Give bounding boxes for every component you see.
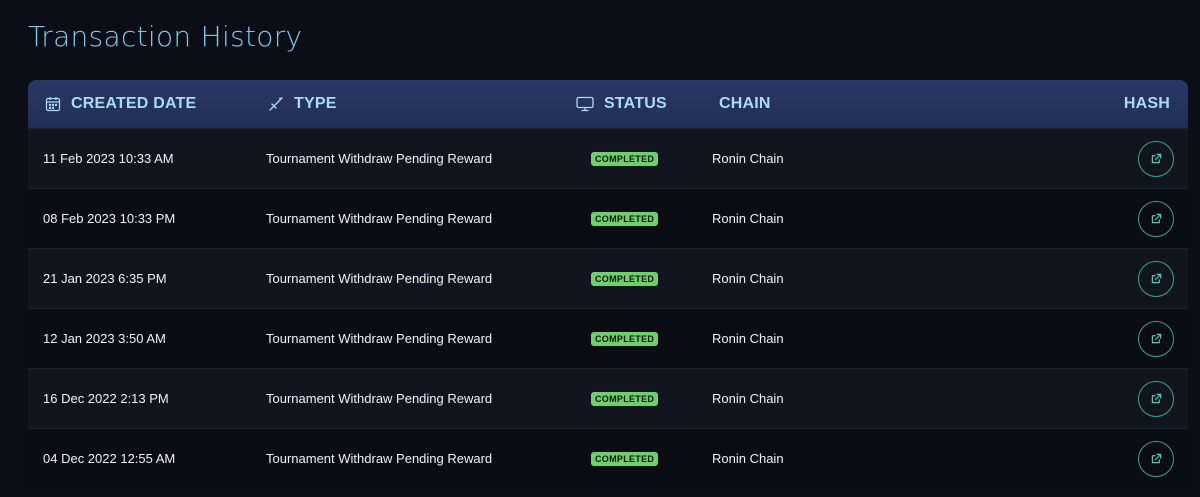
column-label-chain: CHAIN — [719, 95, 771, 112]
view-hash-button[interactable] — [1138, 260, 1174, 297]
status-badge: COMPLETED — [591, 151, 659, 166]
status-cell: COMPLETED — [591, 129, 659, 188]
column-header-chain[interactable]: CHAIN — [719, 80, 771, 128]
column-header-created-date[interactable]: CREATED DATE — [45, 80, 196, 128]
column-header-status[interactable]: STATUS — [576, 80, 667, 128]
created-date-cell: 16 Dec 2022 2:13 PM — [43, 391, 169, 406]
hash-cell — [1138, 309, 1174, 368]
view-hash-button[interactable] — [1138, 140, 1174, 177]
type-cell: Tournament Withdraw Pending Reward — [266, 451, 493, 466]
status-badge: COMPLETED — [591, 451, 659, 466]
type-cell: Tournament Withdraw Pending Reward — [266, 331, 493, 346]
created-date-cell: 04 Dec 2022 12:55 AM — [43, 451, 176, 466]
table-row: 11 Feb 2023 10:33 AM Tournament Withdraw… — [28, 128, 1188, 188]
transaction-history-page: Transaction History CREATED DATE TYPE ST… — [0, 0, 1200, 497]
status-badge: COMPLETED — [591, 391, 659, 406]
chain-cell: Ronin Chain — [712, 391, 784, 406]
column-label-created-date: CREATED DATE — [71, 95, 197, 112]
external-link-icon — [1151, 213, 1161, 224]
column-header-type[interactable]: TYPE — [268, 80, 337, 128]
chain-cell: Ronin Chain — [712, 451, 784, 466]
chain-cell: Ronin Chain — [712, 151, 784, 166]
external-link-icon — [1151, 393, 1161, 404]
table-row: 21 Jan 2023 6:35 PM Tournament Withdraw … — [28, 248, 1188, 308]
status-cell: COMPLETED — [591, 369, 659, 428]
table-header: CREATED DATE TYPE STATUS CHAIN HASH — [28, 80, 1188, 128]
type-cell: Tournament Withdraw Pending Reward — [266, 391, 493, 406]
status-cell: COMPLETED — [591, 429, 659, 488]
created-date-cell: 11 Feb 2023 10:33 AM — [43, 151, 174, 166]
created-date-cell: 21 Jan 2023 6:35 PM — [43, 271, 167, 286]
hash-cell — [1138, 189, 1174, 248]
column-label-hash: HASH — [1123, 95, 1170, 112]
column-header-hash[interactable]: HASH — [1124, 80, 1170, 128]
column-label-type: TYPE — [294, 95, 337, 112]
table-body: 11 Feb 2023 10:33 AM Tournament Withdraw… — [28, 128, 1188, 488]
view-hash-button[interactable] — [1138, 380, 1174, 417]
status-cell: COMPLETED — [591, 309, 659, 368]
type-cell: Tournament Withdraw Pending Reward — [266, 151, 493, 166]
chain-cell: Ronin Chain — [712, 271, 784, 286]
page-title: Transaction History — [28, 20, 303, 53]
column-label-status: STATUS — [604, 95, 667, 112]
view-hash-button[interactable] — [1138, 440, 1174, 477]
hash-cell — [1138, 129, 1174, 188]
chain-cell: Ronin Chain — [712, 211, 784, 226]
created-date-cell: 08 Feb 2023 10:33 PM — [43, 211, 176, 226]
table-row: 08 Feb 2023 10:33 PM Tournament Withdraw… — [28, 188, 1188, 248]
chain-cell: Ronin Chain — [712, 331, 784, 346]
hash-cell — [1138, 369, 1174, 428]
hash-cell — [1138, 429, 1174, 488]
view-hash-button[interactable] — [1138, 320, 1174, 357]
type-cell: Tournament Withdraw Pending Reward — [266, 211, 493, 226]
sword-icon — [269, 97, 283, 111]
status-badge: COMPLETED — [591, 271, 659, 286]
table-row: 04 Dec 2022 12:55 AM Tournament Withdraw… — [28, 428, 1188, 488]
monitor-icon — [576, 96, 594, 112]
external-link-icon — [1151, 273, 1161, 284]
calendar-icon — [45, 97, 61, 112]
status-badge: COMPLETED — [591, 211, 659, 226]
status-badge: COMPLETED — [591, 331, 659, 346]
type-cell: Tournament Withdraw Pending Reward — [266, 271, 493, 286]
table-row: 16 Dec 2022 2:13 PM Tournament Withdraw … — [28, 368, 1188, 428]
status-cell: COMPLETED — [591, 249, 659, 308]
created-date-cell: 12 Jan 2023 3:50 AM — [43, 331, 166, 346]
external-link-icon — [1151, 333, 1161, 344]
external-link-icon — [1151, 453, 1161, 464]
hash-cell — [1138, 249, 1174, 308]
view-hash-button[interactable] — [1138, 200, 1174, 237]
external-link-icon — [1151, 153, 1161, 164]
table-row: 12 Jan 2023 3:50 AM Tournament Withdraw … — [28, 308, 1188, 368]
transaction-table: CREATED DATE TYPE STATUS CHAIN HASH 11 F… — [28, 80, 1188, 488]
status-cell: COMPLETED — [591, 189, 659, 248]
